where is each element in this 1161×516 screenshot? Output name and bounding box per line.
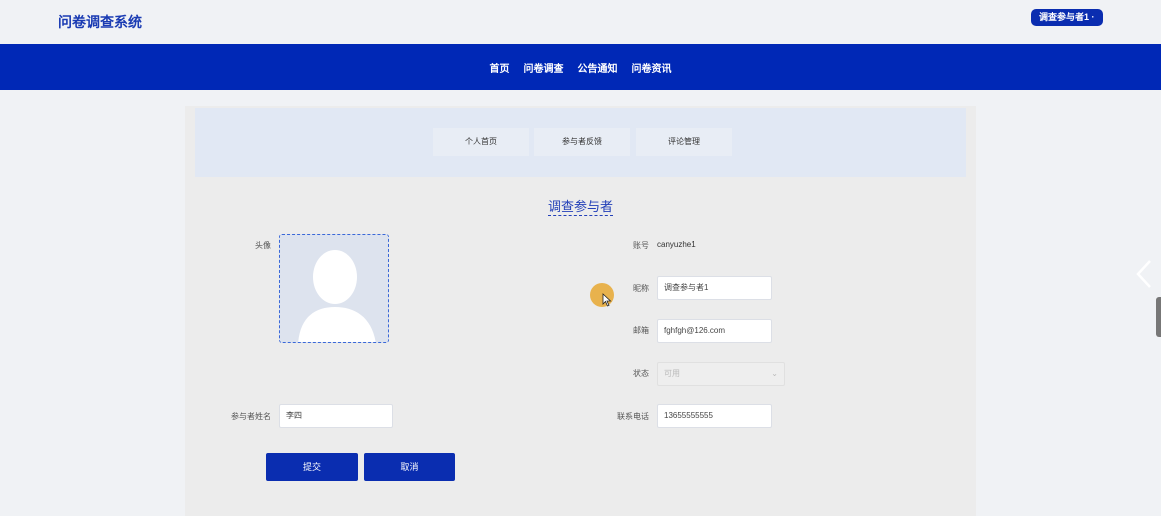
main-navbar: 首页 问卷调查 公告通知 问卷资讯: [0, 44, 1161, 90]
account-label: 账号: [633, 241, 649, 250]
phone-label: 联系电话: [617, 412, 649, 421]
user-silhouette-icon: [280, 235, 388, 342]
mouse-pointer-icon: [602, 293, 612, 307]
nav-menu: 首页 问卷调查 公告通知 问卷资讯: [0, 44, 1161, 90]
nav-item-home[interactable]: 首页: [490, 60, 510, 75]
email-input[interactable]: fghfgh@126.com: [657, 319, 772, 343]
status-select: 可用 ⌄: [657, 362, 785, 386]
chevron-right-icon[interactable]: [1135, 259, 1153, 289]
chevron-down-icon: ⌄: [771, 369, 778, 378]
nav-item-survey[interactable]: 问卷调查: [524, 60, 564, 75]
tab-personal-home[interactable]: 个人首页: [433, 128, 529, 156]
user-menu-button[interactable]: 调查参与者1 ·: [1031, 9, 1103, 26]
scroll-handle[interactable]: [1156, 297, 1161, 337]
email-label: 邮箱: [633, 326, 649, 335]
form-title: 调查参与者: [185, 196, 976, 216]
submit-button[interactable]: 提交: [266, 453, 358, 481]
avatar-upload[interactable]: [279, 234, 389, 343]
top-bar: 问卷调查系统 调查参与者1 ·: [0, 0, 1161, 44]
nickname-input[interactable]: 调查参与者1: [657, 276, 772, 300]
status-select-value: 可用: [664, 369, 680, 378]
app-title: 问卷调查系统: [58, 14, 142, 30]
tab-comment-management[interactable]: 评论管理: [636, 128, 732, 156]
nav-item-news[interactable]: 问卷资讯: [632, 60, 672, 75]
account-value: canyuzhe1: [657, 240, 696, 249]
name-label: 参与者姓名: [231, 412, 271, 421]
status-label: 状态: [633, 369, 649, 378]
cancel-button[interactable]: 取消: [364, 453, 455, 481]
tab-participant-feedback[interactable]: 参与者反馈: [534, 128, 630, 156]
phone-input[interactable]: 13655555555: [657, 404, 772, 428]
nav-item-notice[interactable]: 公告通知: [578, 60, 618, 75]
form-title-text: 调查参与者: [547, 199, 613, 216]
sub-navigation: 个人首页 参与者反馈 评论管理: [195, 108, 966, 177]
profile-panel: 个人首页 参与者反馈 评论管理 调查参与者 头像 账号 canyuzhe1 昵称…: [185, 106, 976, 516]
avatar-label: 头像: [255, 241, 271, 250]
name-input[interactable]: 李四: [279, 404, 393, 428]
